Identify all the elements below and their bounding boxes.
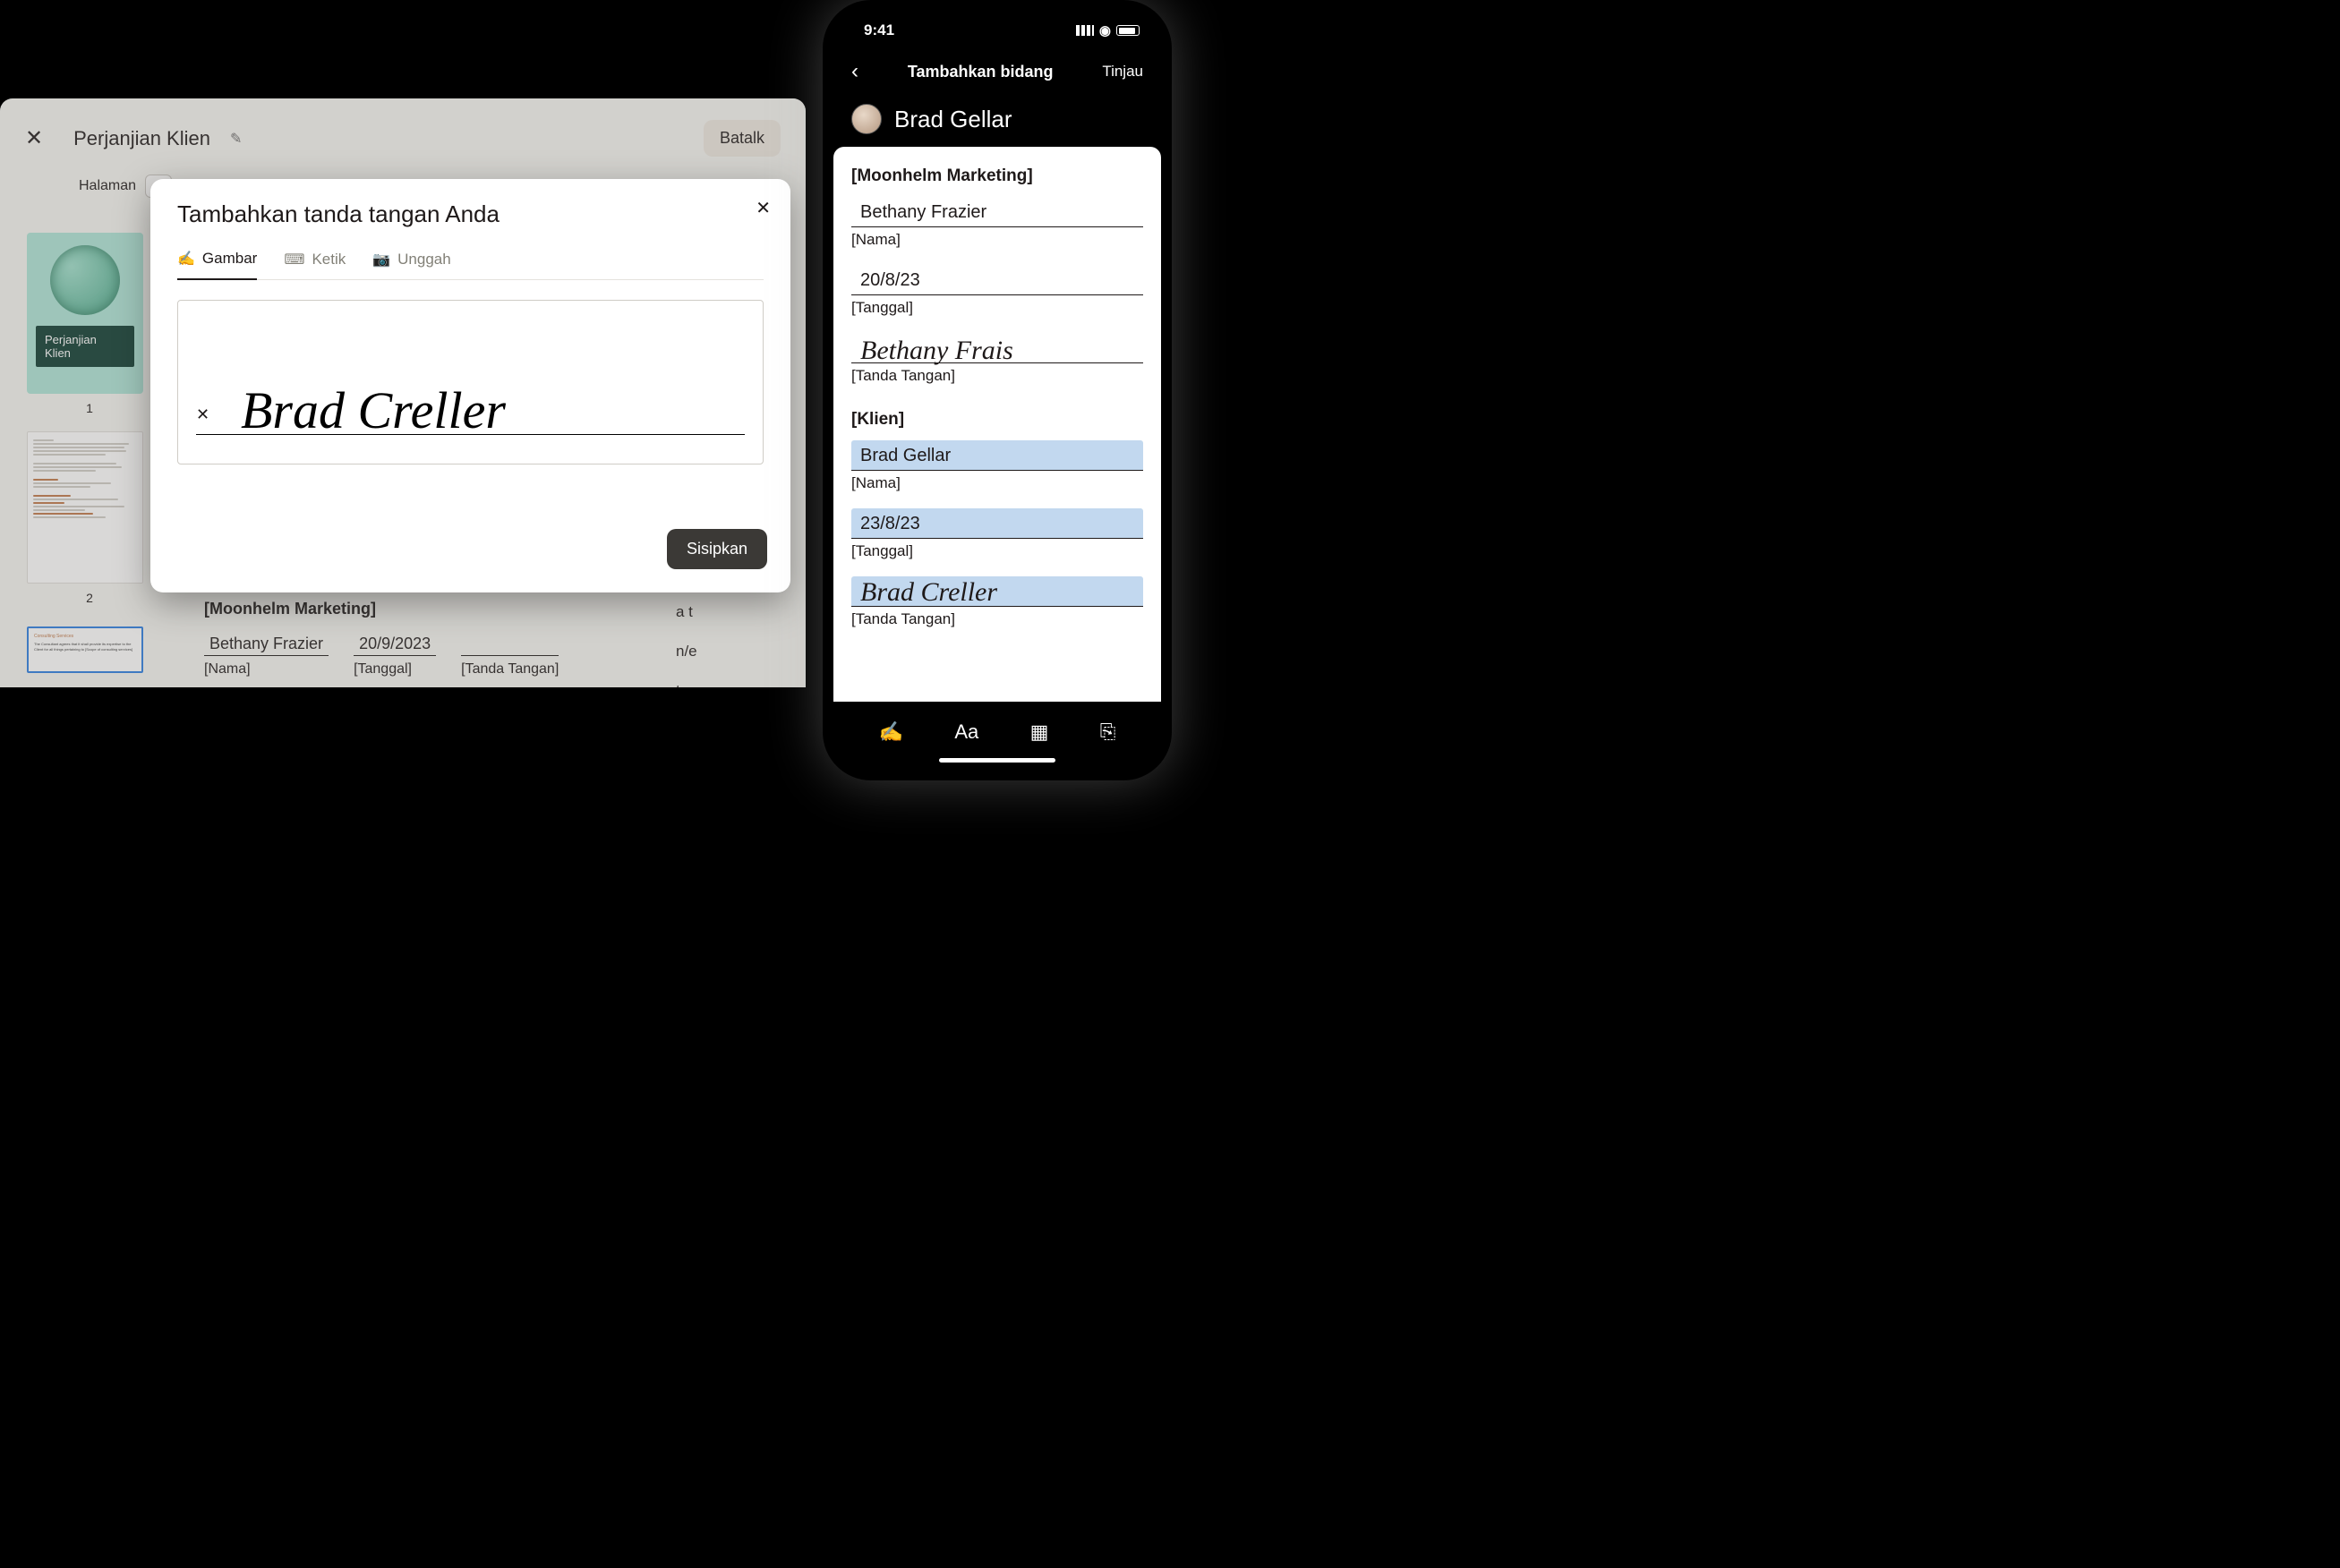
cancel-button[interactable]: Batalk bbox=[704, 120, 781, 157]
side-item-ne[interactable]: n/e bbox=[676, 632, 806, 671]
clear-icon[interactable]: ✕ bbox=[196, 405, 209, 424]
status-bar: 9:41 ◉ bbox=[833, 11, 1161, 43]
thumbnail-2-number: 2 bbox=[27, 591, 152, 605]
thumbnail-page-1[interactable]: Perjanjian Klien bbox=[27, 233, 143, 394]
side-item-tan[interactable]: tan bbox=[676, 671, 806, 687]
section1-signature-field[interactable]: Bethany Frais bbox=[851, 333, 1143, 363]
section1-name-label: [Nama] bbox=[851, 231, 1143, 249]
section2-name-label: [Nama] bbox=[851, 474, 1143, 492]
section1-sig-label: [Tanda Tangan] bbox=[851, 367, 1143, 385]
textfield-tool-icon[interactable]: ⎘ bbox=[1100, 720, 1116, 744]
section2-sig-label: [Tanda Tangan] bbox=[851, 610, 1143, 628]
tab-draw[interactable]: ✍ Gambar bbox=[177, 250, 257, 280]
keyboard-icon: ⌨ bbox=[284, 251, 304, 268]
date-tool-icon[interactable]: ▦ bbox=[1030, 720, 1049, 744]
thumbnail-1-label: Perjanjian Klien bbox=[36, 326, 134, 367]
avatar bbox=[851, 104, 882, 134]
close-icon[interactable]: ✕ bbox=[756, 197, 771, 219]
insert-button[interactable]: Sisipkan bbox=[667, 529, 767, 569]
section2-name-field[interactable]: Brad Gellar bbox=[851, 440, 1143, 471]
page-thumbnails: Perjanjian Klien 1 2 Consulting Services… bbox=[27, 233, 152, 673]
phone-form-body: [Moonhelm Marketing] Bethany Frazier [Na… bbox=[833, 147, 1161, 702]
user-row: Brad Gellar bbox=[833, 97, 1161, 147]
user-name: Brad Gellar bbox=[894, 106, 1012, 133]
preview-sig-label: [Tanda Tangan] bbox=[461, 661, 559, 677]
document-title: Perjanjian Klien bbox=[73, 127, 210, 150]
home-indicator bbox=[939, 758, 1055, 763]
status-time: 9:41 bbox=[864, 21, 894, 39]
phone-toolbar: ✍ Aa ▦ ⎘ bbox=[833, 702, 1161, 770]
signature-modal: ✕ Tambahkan tanda tangan Anda ✍ Gambar ⌨… bbox=[150, 179, 790, 592]
camera-icon: 📷 bbox=[372, 251, 390, 268]
preview-date-label: [Tanggal] bbox=[354, 661, 436, 677]
back-icon[interactable]: ‹ bbox=[851, 59, 858, 84]
phone-nav: ‹ Tambahkan bidang Tinjau bbox=[833, 43, 1161, 97]
tab-type[interactable]: ⌨ Ketik bbox=[284, 250, 346, 279]
preview-heading: [Moonhelm Marketing] bbox=[204, 600, 652, 618]
signature-canvas[interactable]: ✕ Brad Creller bbox=[177, 300, 764, 464]
section1-heading: [Moonhelm Marketing] bbox=[851, 166, 1143, 186]
review-link[interactable]: Tinjau bbox=[1102, 63, 1143, 81]
document-preview: [Moonhelm Marketing] Bethany Frazier [Na… bbox=[204, 600, 652, 677]
preview-sig-value bbox=[461, 629, 559, 656]
preview-name-value: Bethany Frazier bbox=[204, 629, 329, 656]
phone-mockup: 9:41 ◉ ‹ Tambahkan bidang Tinjau Brad Ge… bbox=[823, 0, 1172, 780]
close-icon[interactable]: ✕ bbox=[25, 125, 43, 151]
tab-label: Ketik bbox=[312, 251, 346, 268]
tab-upload[interactable]: 📷 Unggah bbox=[372, 250, 450, 279]
thumbnail-page-2[interactable] bbox=[27, 431, 143, 584]
thumbnail-1-number: 1 bbox=[27, 401, 152, 415]
section2-date-field[interactable]: 23/8/23 bbox=[851, 508, 1143, 539]
pen-icon: ✍ bbox=[177, 250, 195, 268]
page-label: Halaman bbox=[79, 178, 136, 194]
text-tool-icon[interactable]: Aa bbox=[954, 720, 978, 744]
cover-image bbox=[50, 245, 120, 315]
battery-icon bbox=[1116, 25, 1140, 36]
side-item-ttd[interactable]: a t bbox=[676, 592, 806, 632]
section1-date-label: [Tanggal] bbox=[851, 299, 1143, 317]
phone-nav-title: Tambahkan bidang bbox=[908, 63, 1054, 81]
thumbnail-page-3[interactable]: Consulting Services The Consultant agree… bbox=[27, 626, 143, 673]
section2-date-label: [Tanggal] bbox=[851, 542, 1143, 560]
drawn-signature: Brad Creller bbox=[241, 380, 506, 440]
tab-label: Gambar bbox=[202, 250, 257, 268]
signal-icon bbox=[1076, 25, 1094, 36]
modal-title: Tambahkan tanda tangan Anda bbox=[177, 200, 764, 228]
section2-signature-field[interactable]: Brad Creller bbox=[851, 576, 1143, 607]
section1-name-field[interactable]: Bethany Frazier bbox=[851, 197, 1143, 227]
desktop-header: ✕ Perjanjian Klien ✎ Batalk bbox=[0, 98, 806, 166]
preview-date-value: 20/9/2023 bbox=[354, 629, 436, 656]
pencil-icon[interactable]: ✎ bbox=[230, 130, 242, 148]
modal-tabs: ✍ Gambar ⌨ Ketik 📷 Unggah bbox=[177, 250, 764, 280]
wifi-icon: ◉ bbox=[1099, 22, 1111, 38]
signature-tool-icon[interactable]: ✍ bbox=[879, 720, 903, 744]
section2-heading: [Klien] bbox=[851, 410, 1143, 430]
section1-date-field[interactable]: 20/8/23 bbox=[851, 265, 1143, 295]
preview-name-label: [Nama] bbox=[204, 661, 329, 677]
tab-label: Unggah bbox=[397, 251, 451, 268]
